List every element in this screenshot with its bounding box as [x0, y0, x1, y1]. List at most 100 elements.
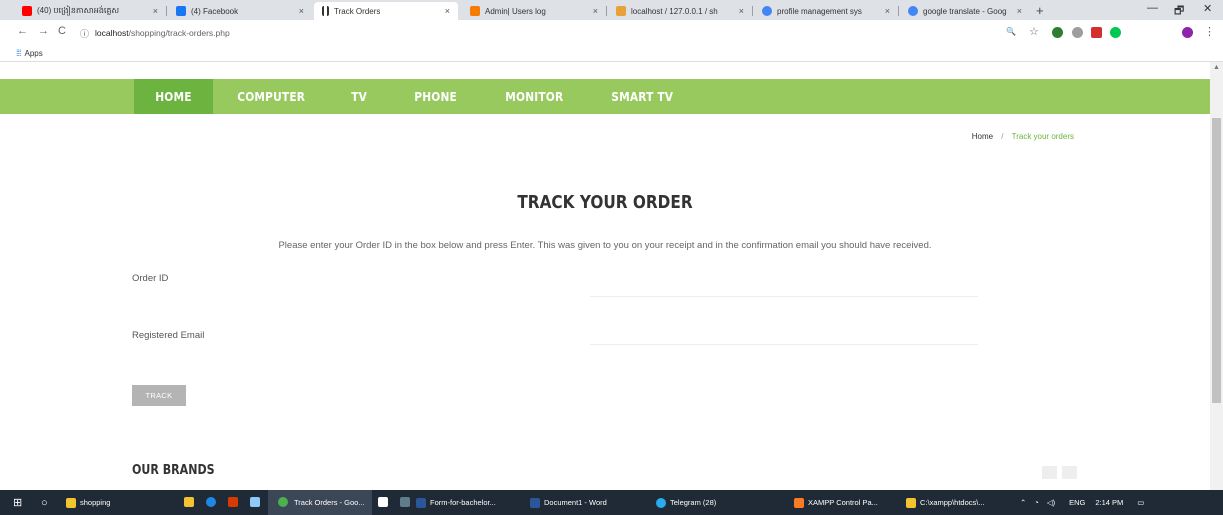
- tab-title: Admin| Users log: [485, 6, 546, 16]
- new-tab-button[interactable]: +: [1036, 3, 1044, 18]
- extension-icon[interactable]: [1110, 27, 1121, 38]
- browser-tab[interactable]: (40) បង្រៀនភាសាអង់គ្លេស ×: [14, 2, 166, 20]
- bookmark-star-icon[interactable]: ☆: [1029, 25, 1039, 38]
- page-title: TRACK YOUR ORDER: [517, 192, 693, 213]
- browser-tab[interactable]: localhost / 127.0.0.1 / sh ×: [608, 2, 752, 20]
- close-icon[interactable]: ×: [885, 6, 890, 16]
- system-tray[interactable]: ⌃ ◔ ◁) ENG 2:14 PM ▭: [1020, 490, 1144, 515]
- folder-icon: [66, 497, 76, 508]
- order-id-input[interactable]: [590, 277, 978, 297]
- tab-title: google translate - Goog: [923, 6, 1007, 16]
- admin-icon: [470, 6, 480, 16]
- scrollbar-thumb[interactable]: [1212, 118, 1221, 403]
- browser-tab[interactable]: google translate - Goog ×: [900, 2, 1030, 20]
- nav-phone[interactable]: PHONE: [393, 79, 478, 114]
- word-icon: [530, 497, 540, 508]
- close-icon[interactable]: ×: [299, 6, 304, 16]
- back-button[interactable]: ←: [17, 25, 28, 37]
- volume-icon[interactable]: ◁): [1047, 498, 1055, 507]
- media-icon[interactable]: [400, 497, 410, 507]
- input-language[interactable]: ENG: [1069, 498, 1085, 507]
- taskbar-item[interactable]: C:\xampp\htdocs\...: [906, 490, 985, 515]
- carousel-next-button[interactable]: [1062, 466, 1077, 479]
- scroll-up-arrow-icon[interactable]: ▲: [1213, 64, 1220, 71]
- nav-home[interactable]: HOME: [134, 79, 213, 114]
- page-viewport: HOME COMPUTER TV PHONE MONITOR SMART TV …: [0, 62, 1210, 490]
- menu-icon[interactable]: ⋮: [1204, 25, 1215, 38]
- page-scrollbar[interactable]: ▲: [1210, 62, 1223, 490]
- extension-icon[interactable]: [1052, 27, 1063, 38]
- browser-tab[interactable]: (4) Facebook ×: [168, 2, 312, 20]
- close-icon[interactable]: ×: [739, 6, 744, 16]
- nav-tv[interactable]: TV: [330, 79, 388, 114]
- google-icon: [908, 6, 918, 16]
- taskbar-item[interactable]: Document1 - Word: [530, 490, 607, 515]
- browser-tab[interactable]: profile management sys ×: [754, 2, 898, 20]
- telegram-icon: [656, 497, 666, 508]
- minimize-button[interactable]: —: [1147, 2, 1158, 14]
- registered-email-label: Registered Email: [132, 330, 205, 341]
- nav-monitor[interactable]: MONITOR: [484, 79, 585, 114]
- browser-tab-active[interactable]: Track Orders ×: [314, 2, 458, 20]
- close-window-button[interactable]: ✕: [1203, 2, 1212, 15]
- breadcrumb-separator: /: [1001, 132, 1004, 141]
- google-icon: [762, 6, 772, 16]
- reload-button[interactable]: C: [58, 25, 66, 37]
- zoom-icon[interactable]: 🔍: [1006, 27, 1016, 36]
- pdf-extension-icon[interactable]: [1091, 27, 1102, 38]
- windows-taskbar: ⊞ ○ shopping Track Orders - Goo... Form-…: [0, 490, 1223, 515]
- search-icon[interactable]: ○: [41, 490, 48, 515]
- tab-title: Track Orders: [334, 6, 381, 16]
- taskbar-item[interactable]: XAMPP Control Pa...: [794, 490, 878, 515]
- browser-tab[interactable]: Admin| Users log ×: [462, 2, 606, 20]
- bookmarks-bar: ⁞⁞⁞ Apps: [0, 46, 1223, 62]
- nav-computer[interactable]: COMPUTER: [216, 79, 326, 114]
- close-icon[interactable]: ×: [153, 6, 158, 16]
- forward-button[interactable]: →: [38, 25, 49, 37]
- folder-icon: [906, 497, 916, 508]
- apps-grid-icon: ⁞⁞⁞: [16, 48, 21, 58]
- breadcrumb-current: Track your orders: [1011, 132, 1074, 141]
- breadcrumb: Home / Track your orders: [972, 132, 1074, 141]
- instructions-text: Please enter your Order ID in the box be…: [278, 240, 932, 251]
- maximize-button[interactable]: 🗗: [1174, 2, 1184, 21]
- taskbar-item[interactable]: shopping: [66, 490, 110, 515]
- network-icon[interactable]: ◔: [1034, 498, 1039, 507]
- nav-smart-tv[interactable]: SMART TV: [590, 79, 694, 114]
- address-bar[interactable]: ⓘ localhost/shopping/track-orders.php: [80, 24, 1030, 42]
- close-icon[interactable]: ×: [445, 6, 450, 16]
- chrome-icon: [278, 497, 288, 507]
- registered-email-input[interactable]: [590, 325, 978, 345]
- office-icon[interactable]: [228, 497, 238, 507]
- tab-title: (40) បង្រៀនភាសាអង់គ្លេស: [37, 6, 120, 15]
- notification-icon[interactable]: ▭: [1137, 498, 1144, 507]
- edge-icon[interactable]: [206, 497, 216, 507]
- xampp-icon: [794, 497, 804, 508]
- close-icon[interactable]: ×: [1017, 6, 1022, 16]
- clock[interactable]: 2:14 PM: [1095, 498, 1123, 507]
- site-info-icon[interactable]: ⓘ: [80, 27, 89, 40]
- tray-chevron-icon[interactable]: ⌃: [1020, 498, 1026, 507]
- extension-icon[interactable]: [1072, 27, 1083, 38]
- youtube-icon: [22, 6, 32, 16]
- page-favicon-icon: [322, 6, 329, 16]
- track-button[interactable]: TRACK: [132, 385, 186, 406]
- order-id-label: Order ID: [132, 273, 169, 284]
- taskbar-item[interactable]: Form-for-bachelor...: [416, 490, 496, 515]
- carousel-prev-button[interactable]: [1042, 466, 1057, 479]
- breadcrumb-home-link[interactable]: Home: [972, 132, 993, 141]
- explorer-icon[interactable]: [250, 497, 260, 507]
- taskbar-item[interactable]: Telegram (28): [656, 490, 716, 515]
- close-icon[interactable]: ×: [593, 6, 598, 16]
- apps-shortcut[interactable]: ⁞⁞⁞ Apps: [16, 48, 43, 58]
- start-button[interactable]: ⊞: [13, 490, 22, 515]
- profile-avatar[interactable]: [1182, 27, 1193, 38]
- browser-toolbar: ← → C ⓘ localhost/shopping/track-orders.…: [0, 20, 1223, 46]
- tab-title: profile management sys: [777, 6, 862, 16]
- taskbar-item-active[interactable]: Track Orders - Goo...: [268, 490, 372, 515]
- tab-title: (4) Facebook: [191, 6, 239, 16]
- mail-icon[interactable]: [378, 497, 388, 507]
- main-navbar: HOME COMPUTER TV PHONE MONITOR SMART TV: [0, 79, 1210, 114]
- store-icon[interactable]: [184, 497, 194, 507]
- tab-title: localhost / 127.0.0.1 / sh: [631, 6, 718, 16]
